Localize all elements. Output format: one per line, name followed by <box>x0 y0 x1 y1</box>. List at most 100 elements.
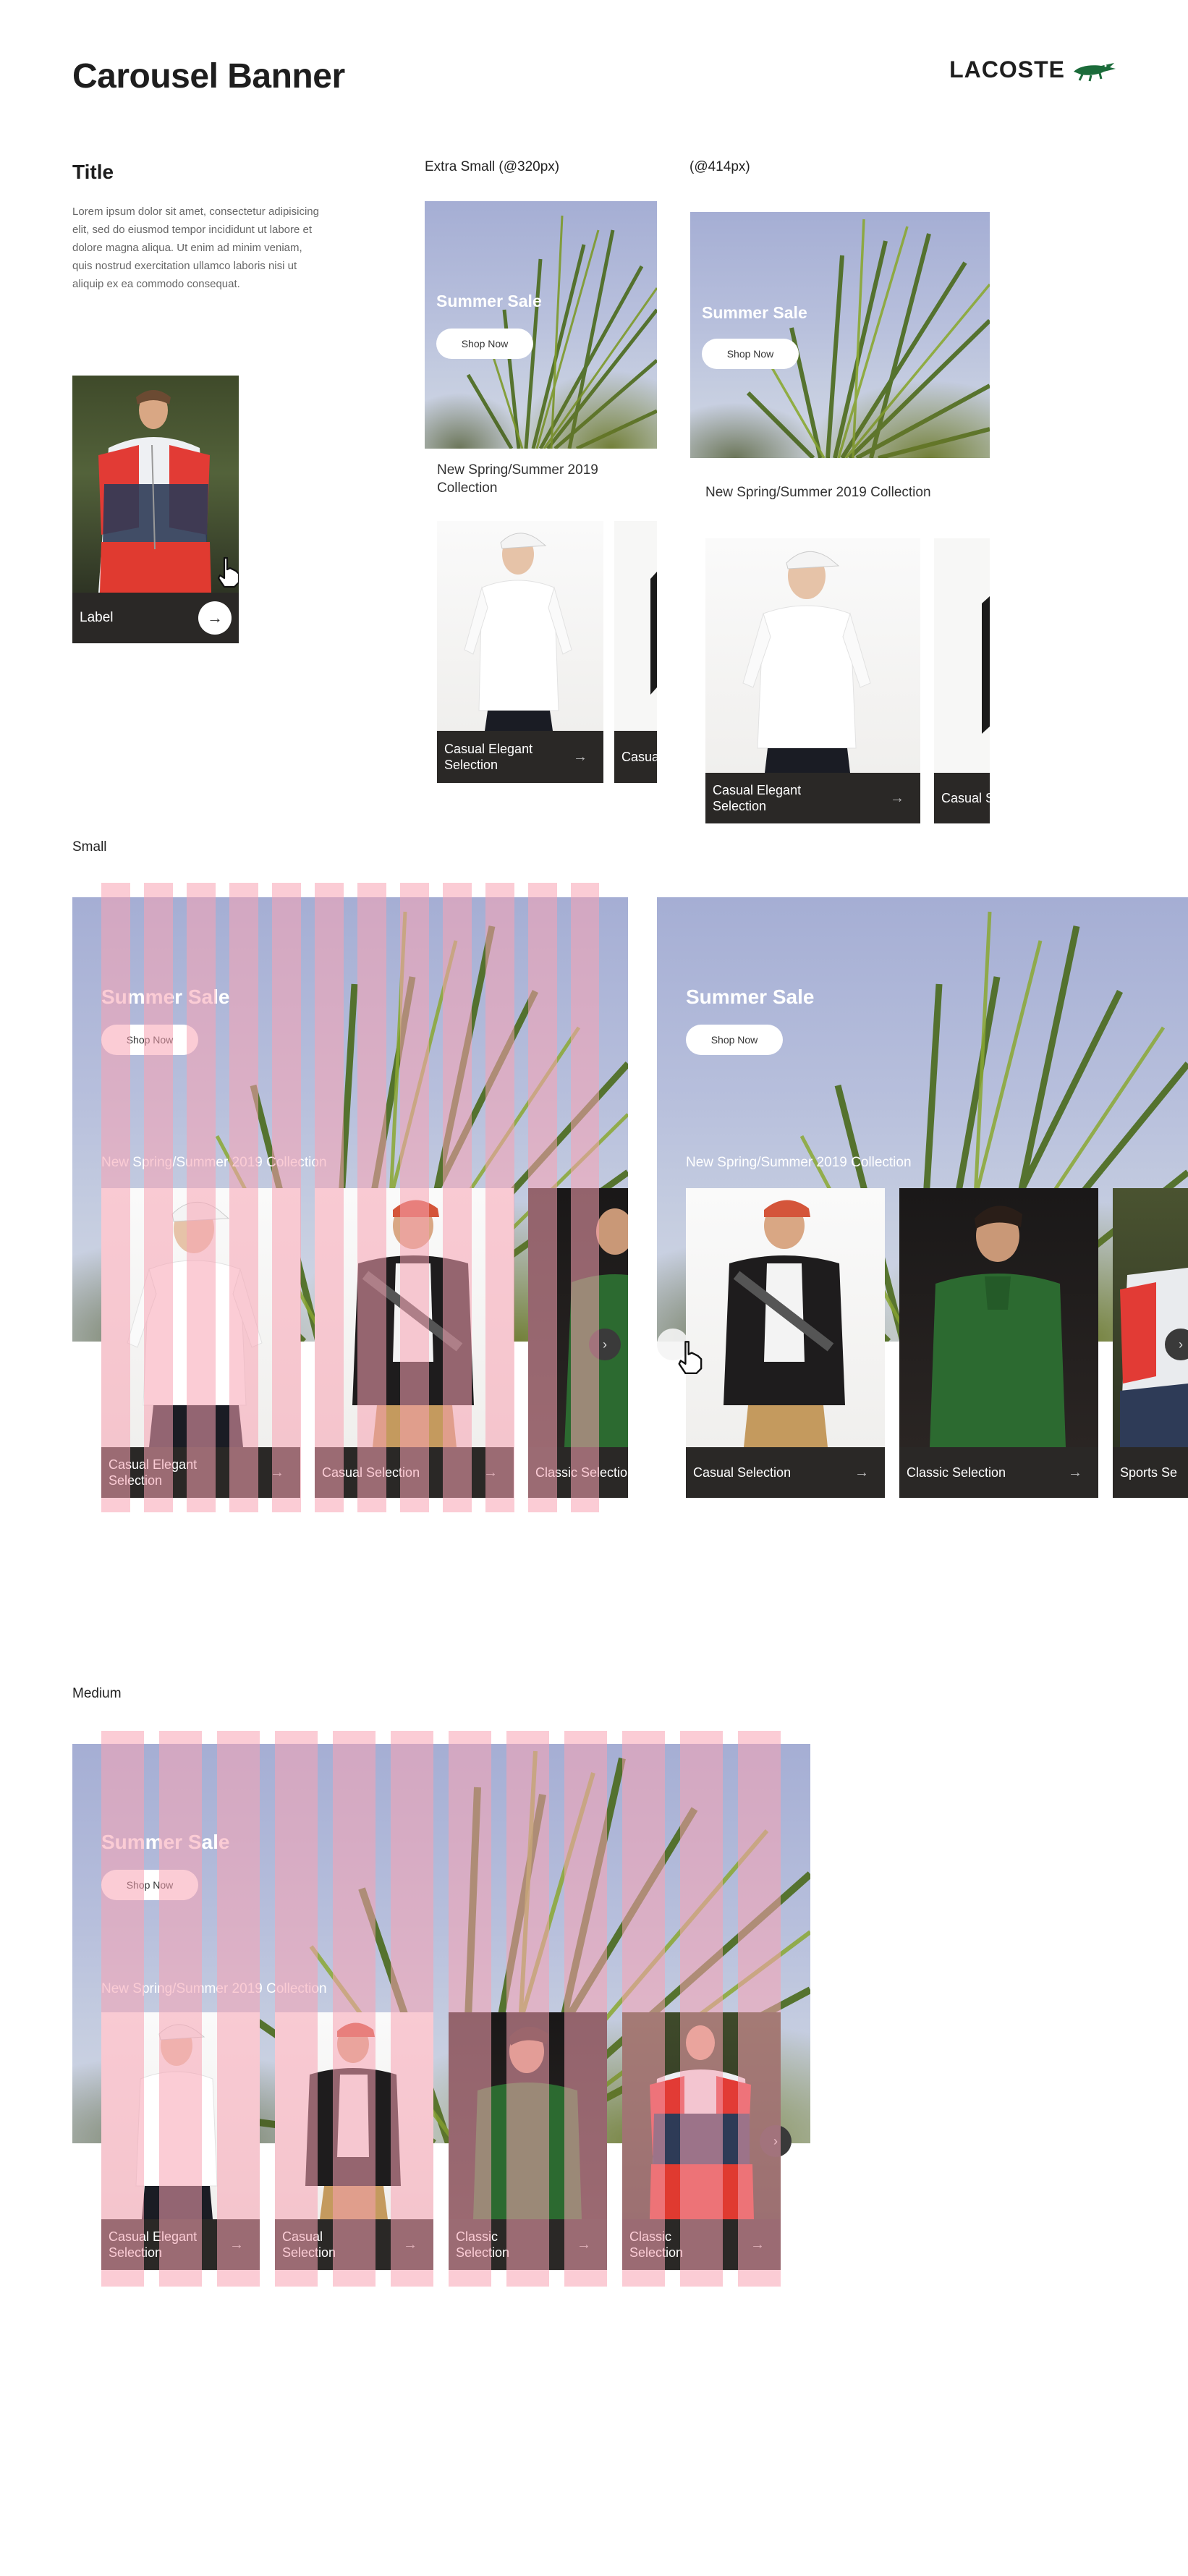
card-caption: Casual Elegant Selection → <box>705 773 920 823</box>
medium-card-casual[interactable]: Casual Selection → <box>275 2012 433 2270</box>
collection-heading: New Spring/Summer 2019 Collection <box>101 1155 327 1170</box>
shop-now-button[interactable]: Shop Now <box>101 1025 198 1055</box>
card-label: Casual Elegant Selection <box>109 2229 198 2261</box>
section-label-medium: Medium <box>72 1686 122 1701</box>
shop-now-button[interactable]: Shop Now <box>101 1870 198 1900</box>
card-label: Sports Se <box>1120 1465 1178 1480</box>
brand-logo[interactable]: LACOSTE <box>949 56 1117 83</box>
card-caption: Casual Elegant Selection → <box>101 2219 260 2270</box>
product-card-caption: Label → <box>72 593 239 643</box>
card-caption: Classic Selection → <box>622 2219 781 2270</box>
small-card-casual[interactable]: Casual Selection → <box>686 1188 885 1498</box>
product-image <box>934 538 990 773</box>
medium-card-casual-elegant[interactable]: Casual Elegant Selection → <box>101 2012 260 2270</box>
card-label: Casual Elegant Selection <box>444 741 533 773</box>
product-image <box>686 1188 885 1447</box>
arrow-right-icon: → <box>854 1464 869 1480</box>
carousel-prev-button[interactable] <box>657 1329 689 1360</box>
card-caption: Casual Elegant Selection <box>614 731 657 783</box>
product-image <box>528 1188 628 1447</box>
product-image <box>705 538 920 773</box>
card-caption: Classic Selection <box>528 1447 628 1498</box>
card-caption: Casual Elegant Selection → <box>101 1447 300 1498</box>
medium-card-classic[interactable]: Classic Selection → <box>449 2012 607 2270</box>
banner-title: Summer Sale <box>686 986 815 1008</box>
medium-card-classic-2[interactable]: Classic Selection → › <box>622 2012 792 2270</box>
card-caption: Classic Selection → <box>899 1447 1098 1498</box>
card-label: Label <box>80 610 114 626</box>
banner-title: Summer Sale <box>101 1831 230 1853</box>
card-caption: Casual Selection <box>934 773 990 823</box>
small-card-classic[interactable]: Classic Selection → <box>899 1188 1098 1498</box>
collection-heading: New Spring/Summer 2019 Collection <box>437 462 598 496</box>
card-caption: Sports Se <box>1113 1447 1188 1498</box>
section-label-small: Small <box>72 839 107 855</box>
banner-title: Summer Sale <box>436 292 542 310</box>
small-card-casual-elegant[interactable]: Casual Elegant Selection → <box>101 1188 300 1498</box>
arrow-right-icon: → <box>573 748 587 765</box>
xs320-card-casual-elegant[interactable]: Casual Elegant Selection → <box>437 521 603 783</box>
product-image <box>437 521 603 731</box>
section-label-xs-414: (@414px) <box>690 159 750 174</box>
card-label: Casual Selection <box>941 790 990 805</box>
card-caption: Casual Selection → <box>275 2219 433 2270</box>
shop-now-button[interactable]: Shop Now <box>686 1025 783 1055</box>
arrow-right-icon: → <box>229 2236 244 2253</box>
product-image <box>275 2012 433 2219</box>
page-title: Carousel Banner <box>72 57 345 96</box>
product-image <box>614 521 657 731</box>
component-description: Lorem ipsum dolor sit amet, consectetur … <box>72 206 319 290</box>
xs414-banner: Summer Sale Shop Now <box>690 212 990 458</box>
card-label: Casual Selection <box>693 1465 792 1480</box>
card-label: Classic Selection <box>535 1465 628 1480</box>
collection-heading: New Spring/Summer 2019 Collection <box>705 485 931 500</box>
card-label: Casual Selection <box>282 2229 336 2261</box>
component-title: Title <box>72 161 114 183</box>
arrow-right-icon: → <box>270 1464 284 1480</box>
product-card[interactable]: Label → <box>72 376 239 643</box>
collection-heading: New Spring/Summer 2019 Collection <box>686 1155 912 1170</box>
card-label: Classic Selection <box>456 2229 510 2261</box>
product-image <box>899 1188 1098 1447</box>
small-card-casual[interactable]: Casual Selection → <box>315 1188 514 1498</box>
card-label: Casual Elegant Selection <box>621 749 657 764</box>
arrow-circle-button[interactable]: → <box>198 601 232 635</box>
product-image <box>101 1188 300 1447</box>
xs320-card-peek[interactable]: Casual Elegant Selection <box>614 521 657 783</box>
brand-name: LACOSTE <box>949 56 1065 82</box>
xs320-banner: Summer Sale Shop Now <box>425 201 657 449</box>
crocodile-logo-icon <box>1074 62 1116 81</box>
arrow-right-icon: → <box>483 1464 498 1480</box>
collection-heading: New Spring/Summer 2019 Collection <box>101 1981 327 1996</box>
card-label: Casual Elegant Selection <box>713 782 802 814</box>
card-caption: Casual Selection → <box>686 1447 885 1498</box>
card-caption: Classic Selection → <box>449 2219 607 2270</box>
small-card-sports-peek[interactable]: Sports Se › <box>1113 1188 1188 1498</box>
card-caption: Casual Elegant Selection → <box>437 731 603 783</box>
small-card-classic-peek[interactable]: Classic Selection › <box>528 1188 628 1498</box>
arrow-right-icon: → <box>1068 1464 1082 1480</box>
banner-title: Summer Sale <box>702 303 807 322</box>
product-image <box>72 376 239 593</box>
arrow-right-icon: → <box>750 2236 765 2253</box>
shop-now-button[interactable]: Shop Now <box>702 339 799 369</box>
arrow-right-icon: → <box>890 789 904 806</box>
product-image <box>101 2012 260 2219</box>
arrow-right-icon: → <box>577 2236 591 2253</box>
xs414-card-peek[interactable]: Casual Selection <box>934 538 990 823</box>
card-label: Classic Selection <box>629 2229 684 2261</box>
banner-title: Summer Sale <box>101 986 230 1008</box>
arrow-right-icon: → <box>403 2236 417 2253</box>
card-label: Casual Selection <box>322 1465 420 1480</box>
card-label: Classic Selection <box>907 1465 1006 1480</box>
shop-now-button[interactable]: Shop Now <box>436 329 533 359</box>
card-label: Casual Elegant Selection <box>109 1457 198 1488</box>
carousel-next-button[interactable]: › <box>760 2125 792 2157</box>
section-label-xs-320: Extra Small (@320px) <box>425 159 560 174</box>
xs414-card-casual-elegant[interactable]: Casual Elegant Selection → <box>705 538 920 823</box>
card-caption: Casual Selection → <box>315 1447 514 1498</box>
product-image <box>622 2012 781 2219</box>
product-image <box>315 1188 514 1447</box>
product-image <box>449 2012 607 2219</box>
carousel-next-button[interactable]: › <box>589 1329 621 1360</box>
